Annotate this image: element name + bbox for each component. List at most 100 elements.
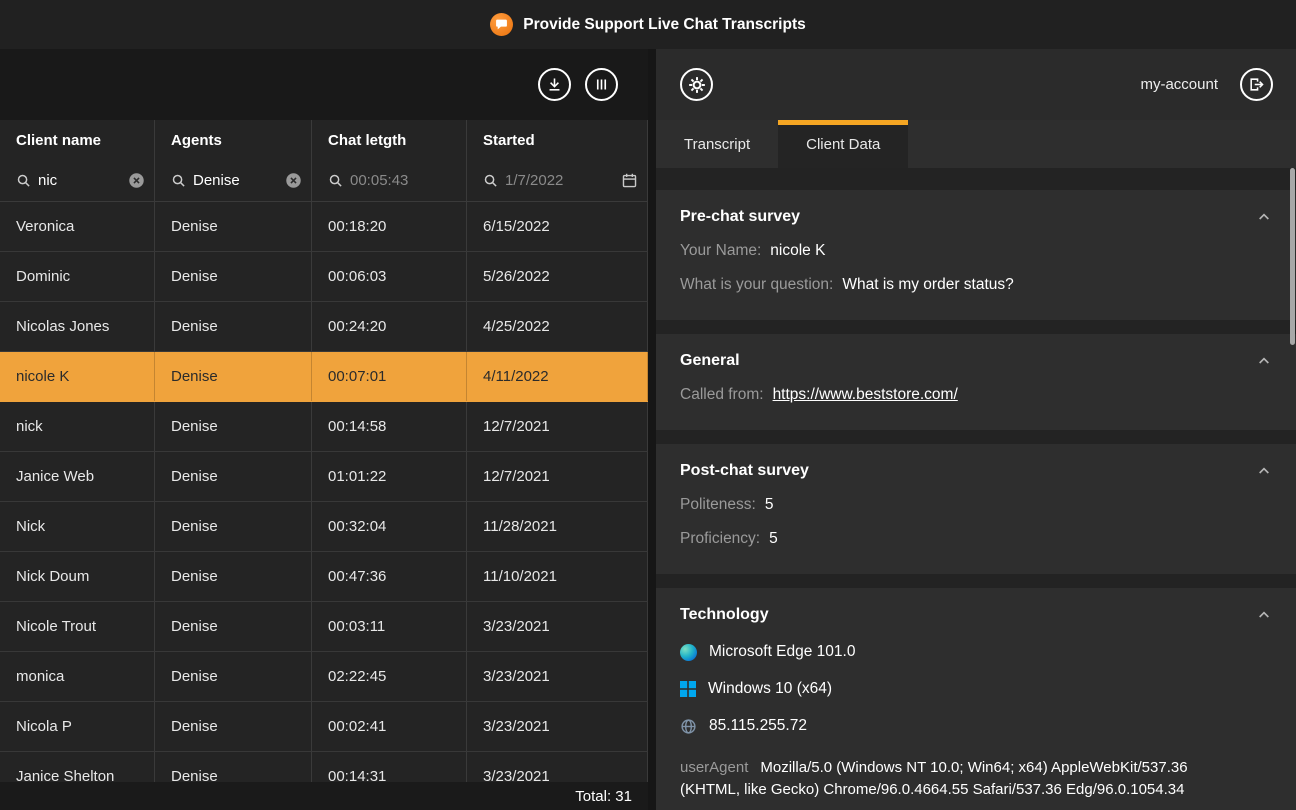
client-name-filter: [0, 160, 155, 201]
cell-started: 5/26/2022: [467, 252, 648, 301]
search-icon: [328, 173, 343, 188]
scrollbar-thumb[interactable]: [1290, 168, 1295, 345]
pre-chat-survey-header[interactable]: Pre-chat survey: [680, 208, 1272, 226]
table-row[interactable]: Nicolas JonesDenise00:24:204/25/2022: [0, 302, 648, 352]
cell-client: Dominic: [0, 252, 155, 301]
table-row[interactable]: nicole KDenise00:07:014/11/2022: [0, 352, 648, 402]
field-called-from: Called from: https://www.beststore.com/: [680, 386, 1272, 404]
clear-circle-icon: [285, 172, 302, 189]
user-agent-value: Mozilla/5.0 (Windows NT 10.0; Win64; x64…: [680, 759, 1188, 798]
download-button[interactable]: [538, 68, 571, 101]
started-filter-input[interactable]: [505, 172, 614, 189]
chevron-up-icon[interactable]: [1256, 353, 1272, 369]
cell-started: 11/10/2021: [467, 552, 648, 601]
column-filter-button[interactable]: [585, 68, 618, 101]
detail-toolbar: my-account: [656, 49, 1296, 120]
settings-button[interactable]: [680, 68, 713, 101]
logout-icon: [1248, 76, 1265, 93]
table-row[interactable]: Janice WebDenise01:01:2212/7/2021: [0, 452, 648, 502]
chevron-up-icon[interactable]: [1256, 209, 1272, 225]
table-row[interactable]: Nicole TroutDenise00:03:113/23/2021: [0, 602, 648, 652]
client-data-content: Pre-chat survey Your Name: nicole K What…: [656, 168, 1296, 810]
cell-client: Nick Doum: [0, 552, 155, 601]
column-header-agents[interactable]: Agents: [155, 120, 312, 160]
cell-length: 00:24:20: [312, 302, 467, 351]
column-header-started[interactable]: Started: [467, 120, 648, 160]
field-label: Politeness:: [680, 496, 756, 514]
cell-started: 4/11/2022: [467, 352, 648, 401]
windows-icon: [680, 681, 696, 697]
table-row[interactable]: NickDenise00:32:0411/28/2021: [0, 502, 648, 552]
cell-agent: Denise: [155, 752, 312, 782]
general-header[interactable]: General: [680, 352, 1272, 370]
logout-button[interactable]: [1240, 68, 1273, 101]
field-label: Proficiency:: [680, 530, 760, 548]
table-row[interactable]: Nicola PDenise00:02:413/23/2021: [0, 702, 648, 752]
cell-length: 00:06:03: [312, 252, 467, 301]
app-header: Provide Support Live Chat Transcripts: [0, 0, 1296, 49]
field-politeness: Politeness: 5: [680, 496, 1272, 514]
user-agent-label: userAgent: [680, 759, 748, 776]
section-title: Technology: [680, 606, 769, 624]
cell-started: 11/28/2021: [467, 502, 648, 551]
clear-client-filter-button[interactable]: [128, 172, 145, 189]
cell-agent: Denise: [155, 302, 312, 351]
cell-started: 3/23/2021: [467, 652, 648, 701]
section-general: General Called from: https://www.beststo…: [656, 334, 1296, 430]
cell-agent: Denise: [155, 202, 312, 251]
cell-length: 00:47:36: [312, 552, 467, 601]
field-value: What is my order status?: [842, 276, 1013, 294]
app-title: Provide Support Live Chat Transcripts: [523, 16, 806, 34]
tab-client-data[interactable]: Client Data: [778, 120, 908, 168]
field-question: What is your question: What is my order …: [680, 276, 1272, 294]
table-row[interactable]: VeronicaDenise00:18:206/15/2022: [0, 202, 648, 252]
table-toolbar: [0, 49, 648, 120]
os-name: Windows 10 (x64): [708, 680, 832, 698]
cell-started: 3/23/2021: [467, 702, 648, 751]
clear-circle-icon: [128, 172, 145, 189]
field-value: 5: [765, 496, 774, 514]
field-label: Called from:: [680, 386, 764, 404]
cell-client: nicole K: [0, 352, 155, 401]
table-row[interactable]: DominicDenise00:06:035/26/2022: [0, 252, 648, 302]
chevron-up-icon[interactable]: [1256, 607, 1272, 623]
calendar-button[interactable]: [621, 172, 638, 189]
technology-header[interactable]: Technology: [680, 606, 1272, 624]
column-header-chat-length[interactable]: Chat letgth: [312, 120, 467, 160]
ip-address: 85.115.255.72: [709, 717, 807, 735]
chat-length-filter-input[interactable]: [350, 172, 457, 189]
table-row[interactable]: Janice SheltonDenise00:14:313/23/2021: [0, 752, 648, 782]
table-row[interactable]: Nick DoumDenise00:47:3611/10/2021: [0, 552, 648, 602]
cell-length: 00:32:04: [312, 502, 467, 551]
post-chat-survey-header[interactable]: Post-chat survey: [680, 462, 1272, 480]
table-filter-row: [0, 160, 648, 202]
cell-client: Janice Web: [0, 452, 155, 501]
cell-started: 3/23/2021: [467, 602, 648, 651]
agent-filter-input[interactable]: [193, 172, 278, 189]
chevron-up-icon[interactable]: [1256, 463, 1272, 479]
cell-client: Veronica: [0, 202, 155, 251]
search-icon: [171, 173, 186, 188]
agent-filter: [155, 160, 312, 201]
cell-length: 02:22:45: [312, 652, 467, 701]
cell-client: Nick: [0, 502, 155, 551]
account-label: my-account: [1140, 76, 1218, 93]
tab-transcript[interactable]: Transcript: [656, 120, 778, 168]
column-header-client-name[interactable]: Client name: [0, 120, 155, 160]
cell-agent: Denise: [155, 352, 312, 401]
called-from-link[interactable]: https://www.beststore.com/: [773, 386, 958, 404]
section-pre-chat-survey: Pre-chat survey Your Name: nicole K What…: [656, 190, 1296, 320]
cell-started: 6/15/2022: [467, 202, 648, 251]
cell-client: monica: [0, 652, 155, 701]
field-value: nicole K: [770, 242, 825, 260]
table-row[interactable]: nickDenise00:14:5812/7/2021: [0, 402, 648, 452]
client-name-filter-input[interactable]: [38, 172, 121, 189]
chat-length-filter: [312, 160, 467, 201]
cell-agent: Denise: [155, 452, 312, 501]
cell-started: 3/23/2021: [467, 752, 648, 782]
transcripts-panel: Client name Agents Chat letgth Started: [0, 49, 648, 810]
os-row: Windows 10 (x64): [680, 680, 1272, 698]
clear-agent-filter-button[interactable]: [285, 172, 302, 189]
table-row[interactable]: monicaDenise02:22:453/23/2021: [0, 652, 648, 702]
ip-row: 85.115.255.72: [680, 717, 1272, 735]
